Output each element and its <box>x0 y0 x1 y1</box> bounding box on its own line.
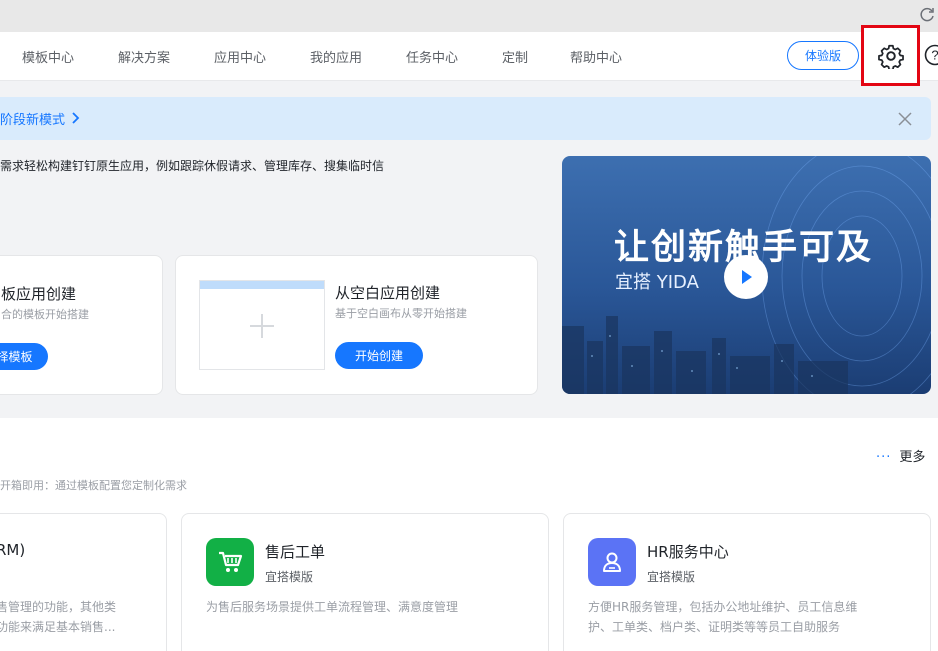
template-card-subtitle: 合的模板开始搭建 <box>1 308 89 321</box>
blank-canvas-preview <box>199 280 325 370</box>
template-desc-line1: 方便HR服务管理，包括办公地址维护、员工信息维 <box>588 600 858 614</box>
video-subtitle: 宜搭 YIDA <box>615 272 699 293</box>
template-desc-line1: 为售后服务场景提供工单流程管理、满意度管理 <box>206 600 459 614</box>
blank-card-subtitle: 基于空白画布从零开始搭建 <box>335 307 467 320</box>
start-create-button[interactable]: 开始创建 <box>335 342 423 369</box>
nav-item-app-center[interactable]: 应用中心 <box>214 47 266 66</box>
template-desc-line2: 功能来满足基本销售... <box>0 620 116 634</box>
template-desc-line1: 售管理的功能，其他类 <box>0 600 117 614</box>
template-subtitle: 宜搭模版 <box>647 570 696 584</box>
chevron-right-icon[interactable] <box>70 111 82 125</box>
promo-video[interactable]: 让创新触手可及 宜搭 YIDA <box>562 156 931 394</box>
nav-item-customize[interactable]: 定制 <box>502 47 528 66</box>
gear-icon[interactable] <box>877 43 904 69</box>
blank-card-title: 从空白应用创建 <box>335 284 441 302</box>
browser-top-strip <box>0 0 938 32</box>
template-card-after-sales[interactable]: 售后工单 宜搭模版 为售后服务场景提供工单流程管理、满意度管理 <box>181 513 549 651</box>
nav-item-solutions[interactable]: 解决方案 <box>118 47 170 66</box>
template-title: RM) <box>0 541 26 559</box>
play-icon <box>742 270 752 284</box>
nav-item-template-center[interactable]: 模板中心 <box>22 47 74 66</box>
template-card-hr-service[interactable]: HR服务中心 宜搭模版 方便HR服务管理，包括办公地址维护、员工信息维 护、工单… <box>563 513 931 651</box>
close-icon[interactable] <box>896 110 914 128</box>
intro-description: 需求轻松构建钉钉原生应用，例如跟踪休假请求、管理库存、搜集临时信 <box>0 159 385 173</box>
plus-icon <box>250 314 274 338</box>
refresh-icon[interactable] <box>918 6 936 24</box>
svg-text:?: ? <box>931 48 938 63</box>
play-button[interactable] <box>724 255 768 299</box>
help-icon[interactable]: ? <box>924 44 938 66</box>
template-title: HR服务中心 <box>647 543 729 561</box>
nav-item-help-center[interactable]: 帮助中心 <box>570 47 622 66</box>
template-title: 售后工单 <box>265 543 326 561</box>
create-from-template-card[interactable]: 板应用创建 合的模板开始搭建 择模板 <box>0 255 163 395</box>
choose-template-button[interactable]: 择模板 <box>0 343 48 370</box>
shopping-cart-icon <box>206 538 254 586</box>
banner-link-text[interactable]: 阶段新模式 <box>0 109 65 128</box>
more-templates-link[interactable]: ··· 更多 <box>876 446 925 465</box>
settings-highlight-box[interactable] <box>861 25 920 86</box>
template-subtitle: 宜搭模版 <box>265 570 314 584</box>
trial-version-button[interactable]: 体验版 <box>787 41 859 70</box>
user-badge-icon <box>588 538 636 586</box>
notice-banner: 阶段新模式 <box>0 97 931 140</box>
template-desc-line2: 护、工单类、档户类、证明类等等员工自助服务 <box>588 620 841 634</box>
nav-item-task-center[interactable]: 任务中心 <box>406 47 458 66</box>
more-dots-icon: ··· <box>876 450 892 465</box>
template-card-crm[interactable]: RM) 售管理的功能，其他类 功能来满足基本销售... <box>0 513 167 651</box>
template-card-title: 板应用创建 <box>1 285 77 303</box>
templates-description: 开箱即用：通过模板配置您定制化需求 <box>0 479 187 492</box>
nav-item-my-apps[interactable]: 我的应用 <box>310 47 362 66</box>
